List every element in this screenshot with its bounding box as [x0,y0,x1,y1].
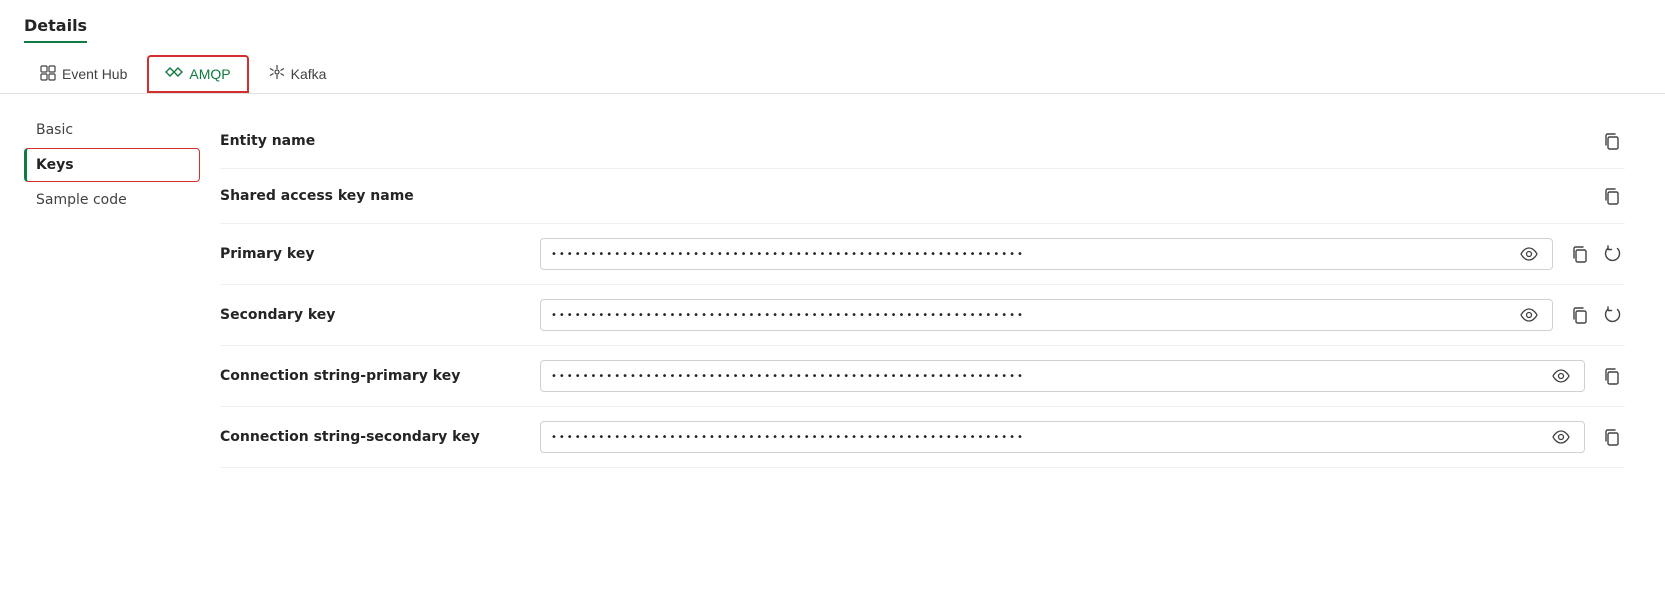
sidebar-item-sample-code[interactable]: Sample code [24,184,200,216]
copy-icon-3 [1571,245,1589,263]
conn-secondary-label: Connection string-secondary key [220,429,540,445]
refresh-icon-2 [1603,306,1621,324]
secondary-key-field: ••••••••••••••••••••••••••••••••••••••••… [540,299,1553,331]
refresh-icon [1603,245,1621,263]
field-row-secondary-key: Secondary key ••••••••••••••••••••••••••… [220,285,1625,346]
header: Details [0,0,1665,43]
conn-primary-label: Connection string-primary key [220,368,540,384]
conn-primary-copy-button[interactable] [1599,363,1625,389]
conn-secondary-dots: ••••••••••••••••••••••••••••••••••••••••… [551,432,1540,443]
sidebar: Basic Keys Sample code [0,94,200,596]
field-row-shared-access: Shared access key name [220,169,1625,224]
entity-name-copy-button[interactable] [1599,128,1625,154]
tab-amqp-label: AMQP [189,66,230,82]
copy-icon-4 [1571,306,1589,324]
conn-secondary-eye-button[interactable] [1548,428,1574,446]
copy-icon [1603,132,1621,150]
amqp-icon [165,65,183,83]
conn-primary-actions [1599,363,1625,389]
tabs-row: Event Hub AMQP [0,43,1665,94]
conn-primary-eye-button[interactable] [1548,367,1574,385]
conn-primary-field: ••••••••••••••••••••••••••••••••••••••••… [540,360,1585,392]
primary-key-field: ••••••••••••••••••••••••••••••••••••••••… [540,238,1553,270]
tab-kafka-label: Kafka [291,66,327,82]
sidebar-item-basic-label: Basic [36,122,73,138]
page: Details Event Hub AMQP [0,0,1665,596]
eye-icon-2 [1520,308,1538,322]
tab-event-hub-label: Event Hub [62,66,127,82]
conn-secondary-copy-button[interactable] [1599,424,1625,450]
field-row-conn-primary: Connection string-primary key ••••••••••… [220,346,1625,407]
primary-key-label: Primary key [220,246,540,262]
field-row-entity-name: Entity name [220,114,1625,169]
field-row-conn-secondary: Connection string-secondary key ••••••••… [220,407,1625,468]
conn-primary-dots: ••••••••••••••••••••••••••••••••••••••••… [551,371,1540,382]
sidebar-item-keys[interactable]: Keys [24,148,200,182]
secondary-key-refresh-button[interactable] [1599,302,1625,328]
shared-access-label: Shared access key name [220,188,540,204]
conn-primary-value: ••••••••••••••••••••••••••••••••••••••••… [540,360,1625,392]
sidebar-item-basic[interactable]: Basic [24,114,200,146]
primary-key-actions [1567,241,1625,267]
secondary-key-label: Secondary key [220,307,540,323]
copy-icon-6 [1603,428,1621,446]
main-content: Entity name Shared access key name [200,94,1665,596]
sidebar-item-keys-label: Keys [36,157,74,173]
conn-secondary-field: ••••••••••••••••••••••••••••••••••••••••… [540,421,1585,453]
primary-key-dots: ••••••••••••••••••••••••••••••••••••••••… [551,249,1508,260]
field-row-primary-key: Primary key ••••••••••••••••••••••••••••… [220,224,1625,285]
tab-kafka[interactable]: Kafka [253,56,343,92]
tab-event-hub[interactable]: Event Hub [24,57,143,92]
eye-icon [1520,247,1538,261]
event-hub-icon [40,65,56,84]
secondary-key-actions [1567,302,1625,328]
page-title: Details [24,16,87,43]
primary-key-value: ••••••••••••••••••••••••••••••••••••••••… [540,238,1625,270]
entity-name-label: Entity name [220,133,540,149]
shared-access-copy-button[interactable] [1599,183,1625,209]
eye-icon-3 [1552,369,1570,383]
shared-access-value [540,183,1625,209]
secondary-key-eye-button[interactable] [1516,306,1542,324]
eye-icon-4 [1552,430,1570,444]
copy-icon-5 [1603,367,1621,385]
copy-icon-2 [1603,187,1621,205]
secondary-key-copy-button[interactable] [1567,302,1593,328]
secondary-key-dots: ••••••••••••••••••••••••••••••••••••••••… [551,310,1508,321]
kafka-icon [269,64,285,84]
tab-amqp[interactable]: AMQP [147,55,248,93]
content-area: Basic Keys Sample code Entity name [0,94,1665,596]
secondary-key-value: ••••••••••••••••••••••••••••••••••••••••… [540,299,1625,331]
conn-secondary-actions [1599,424,1625,450]
entity-name-value [540,128,1625,154]
sidebar-item-sample-code-label: Sample code [36,192,127,208]
primary-key-eye-button[interactable] [1516,245,1542,263]
conn-secondary-value: ••••••••••••••••••••••••••••••••••••••••… [540,421,1625,453]
primary-key-copy-button[interactable] [1567,241,1593,267]
primary-key-refresh-button[interactable] [1599,241,1625,267]
